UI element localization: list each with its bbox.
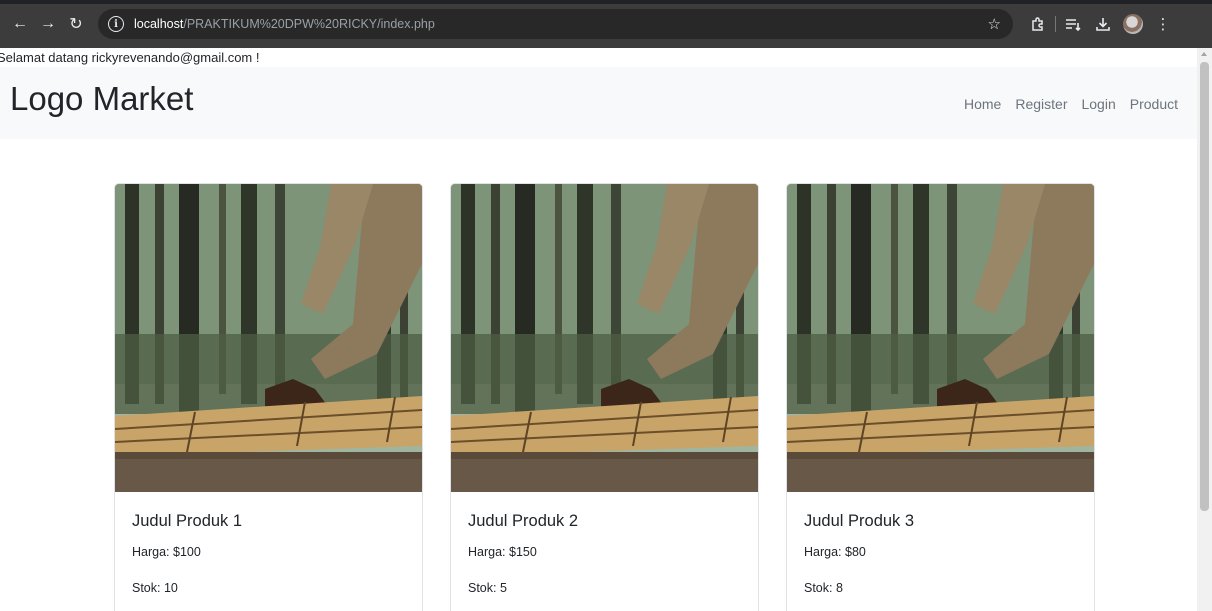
nav-link-product[interactable]: Product — [1130, 96, 1178, 112]
reading-list-icon[interactable] — [1058, 10, 1088, 38]
product-card-3: Judul Produk 3 Harga: $80 Stok: 8 — [786, 183, 1095, 611]
url-host: localhost — [134, 17, 184, 31]
url-path: /PRAKTIKUM%20DPW%20RICKY/index.php — [183, 17, 435, 31]
extensions-icon[interactable] — [1023, 10, 1053, 38]
product-card-2: Judul Produk 2 Harga: $150 Stok: 5 — [450, 183, 759, 611]
product-stock: Stok: 5 — [468, 581, 507, 595]
card-body: Judul Produk 2 Harga: $150 Stok: 5 — [451, 492, 758, 611]
page-scrollbar[interactable] — [1197, 48, 1212, 611]
site-info-icon[interactable]: i — [108, 16, 124, 32]
product-stock: Stok: 8 — [804, 581, 843, 595]
browser-toolbar: ← → ↻ i localhost/PRAKTIKUM%20DPW%20RICK… — [0, 6, 1212, 42]
scroll-up-arrow-icon[interactable] — [1201, 52, 1207, 56]
reload-icon[interactable]: ↻ — [62, 10, 90, 38]
toolbar-separator — [1055, 16, 1056, 32]
product-price: Harga: $80 — [804, 545, 866, 559]
product-title: Judul Produk 2 — [468, 512, 579, 530]
address-bar[interactable]: i localhost/PRAKTIKUM%20DPW%20RICKY/inde… — [98, 9, 1013, 39]
page-viewport: Selamat datang rickyrevenando@gmail.com … — [0, 48, 1197, 611]
forward-arrow-icon[interactable]: → — [34, 10, 62, 38]
product-title: Judul Produk 3 — [804, 512, 915, 530]
back-arrow-icon[interactable]: ← — [6, 10, 34, 38]
bookmark-star-icon[interactable]: ☆ — [988, 15, 1001, 33]
nav-links: Home Register Login Product — [964, 96, 1178, 112]
product-card-1: Judul Produk 1 Harga: $100 Stok: 10 — [114, 183, 423, 611]
profile-avatar[interactable] — [1118, 10, 1148, 38]
nav-link-login[interactable]: Login — [1081, 96, 1115, 112]
tab-strip — [0, 0, 1212, 4]
download-icon[interactable] — [1088, 10, 1118, 38]
product-image — [451, 184, 758, 492]
product-price: Harga: $100 — [132, 545, 201, 559]
toolbar-right: ⋮ — [1023, 10, 1178, 38]
url-text[interactable]: localhost/PRAKTIKUM%20DPW%20RICKY/index.… — [134, 17, 435, 31]
product-price: Harga: $150 — [468, 545, 537, 559]
browser-chrome: ← → ↻ i localhost/PRAKTIKUM%20DPW%20RICK… — [0, 0, 1212, 48]
profile-image — [1123, 14, 1143, 34]
site-navbar: Logo Market Home Register Login Product — [0, 67, 1197, 139]
nav-link-home[interactable]: Home — [964, 96, 1001, 112]
card-body: Judul Produk 1 Harga: $100 Stok: 10 — [115, 492, 422, 611]
card-body: Judul Produk 3 Harga: $80 Stok: 8 — [787, 492, 1094, 611]
product-stock: Stok: 10 — [132, 581, 178, 595]
product-image — [787, 184, 1094, 492]
product-title: Judul Produk 1 — [132, 512, 243, 530]
menu-dots-icon[interactable]: ⋮ — [1148, 10, 1178, 38]
site-brand[interactable]: Logo Market — [10, 80, 193, 118]
welcome-message: Selamat datang rickyrevenando@gmail.com … — [0, 50, 260, 65]
nav-link-register[interactable]: Register — [1015, 96, 1067, 112]
scrollbar-thumb[interactable] — [1200, 62, 1209, 511]
product-image — [115, 184, 422, 492]
